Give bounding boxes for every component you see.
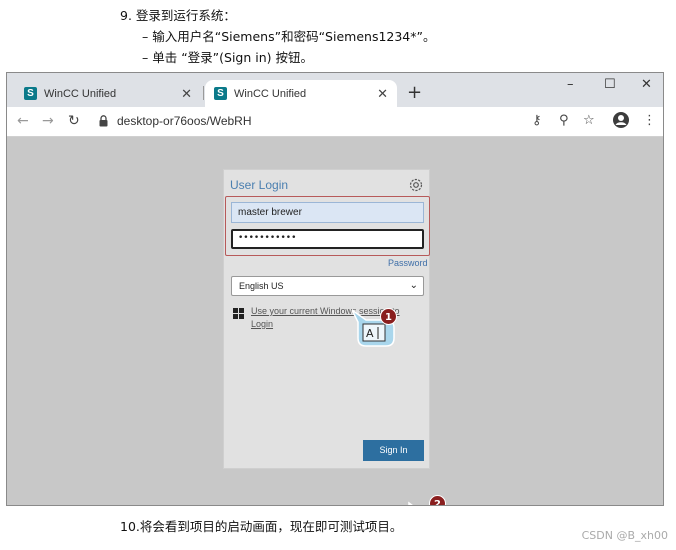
browser-tab-1[interactable]: S WinCC Unified ✕ — [15, 80, 201, 107]
reload-icon[interactable]: ↻ — [68, 113, 80, 129]
browser-toolbar: ← → ↻ desktop-or76oos/WebRH ⚷ ⚲ ☆ ⋮ — [7, 107, 663, 137]
browser-tab-2-active[interactable]: S WinCC Unified ✕ — [205, 80, 397, 107]
menu-icon[interactable]: ⋮ — [643, 113, 656, 128]
browser-window: S WinCC Unified ✕ S WinCC Unified ✕ + – … — [6, 72, 664, 506]
language-select[interactable]: English US ⌄ — [231, 276, 424, 296]
back-icon[interactable]: ← — [17, 113, 29, 129]
password-link[interactable]: Password — [388, 258, 428, 268]
tab-separator — [203, 86, 204, 100]
maximize-button[interactable]: ☐ — [604, 77, 616, 92]
instruction-click-sign-in: – 单击 “登录”(Sign in) 按钮。 — [142, 50, 314, 65]
siemens-favicon-icon: S — [214, 87, 227, 100]
watermark: CSDN @B_xh00 — [581, 529, 668, 542]
chevron-down-icon: ⌄ — [409, 280, 418, 291]
windows-logo-icon — [233, 308, 244, 319]
tab-label: WinCC Unified — [234, 87, 307, 100]
sign-in-button[interactable]: Sign In — [363, 440, 424, 461]
key-icon[interactable]: ⚷ — [532, 113, 542, 128]
address-bar[interactable]: desktop-or76oos/WebRH — [117, 114, 252, 128]
callout-badge-1: 1 — [380, 308, 397, 325]
instruction-step-9: 9. 登录到运行系统： — [120, 8, 236, 23]
login-title: User Login — [230, 178, 289, 192]
forward-icon[interactable]: → — [42, 113, 54, 129]
gear-icon[interactable] — [407, 176, 425, 194]
minimize-button[interactable]: – — [567, 77, 574, 92]
callout-badge-2: 2 — [429, 495, 446, 505]
star-icon[interactable]: ☆ — [583, 113, 595, 128]
language-value: English US — [239, 281, 284, 291]
close-tab-icon[interactable]: ✕ — [181, 86, 192, 102]
tab-strip: S WinCC Unified ✕ S WinCC Unified ✕ + – … — [7, 73, 663, 107]
instruction-step-10: 10.将会看到项目的启动画面，现在即可测试项目。 — [120, 519, 403, 534]
close-tab-icon[interactable]: ✕ — [377, 86, 388, 102]
svg-text:A: A — [366, 327, 374, 340]
profile-icon[interactable] — [612, 111, 630, 129]
close-window-button[interactable]: ✕ — [641, 77, 652, 92]
lock-icon — [99, 115, 108, 127]
tab-label: WinCC Unified — [44, 87, 117, 100]
siemens-favicon-icon: S — [24, 87, 37, 100]
instruction-enter-credentials: – 输入用户名“Siemens”和密码“Siemens1234*”。 — [142, 29, 436, 44]
zoom-icon[interactable]: ⚲ — [559, 113, 569, 128]
username-field[interactable]: master brewer — [231, 202, 424, 223]
password-field[interactable]: ••••••••••• — [231, 229, 424, 249]
new-tab-button[interactable]: + — [407, 82, 422, 103]
